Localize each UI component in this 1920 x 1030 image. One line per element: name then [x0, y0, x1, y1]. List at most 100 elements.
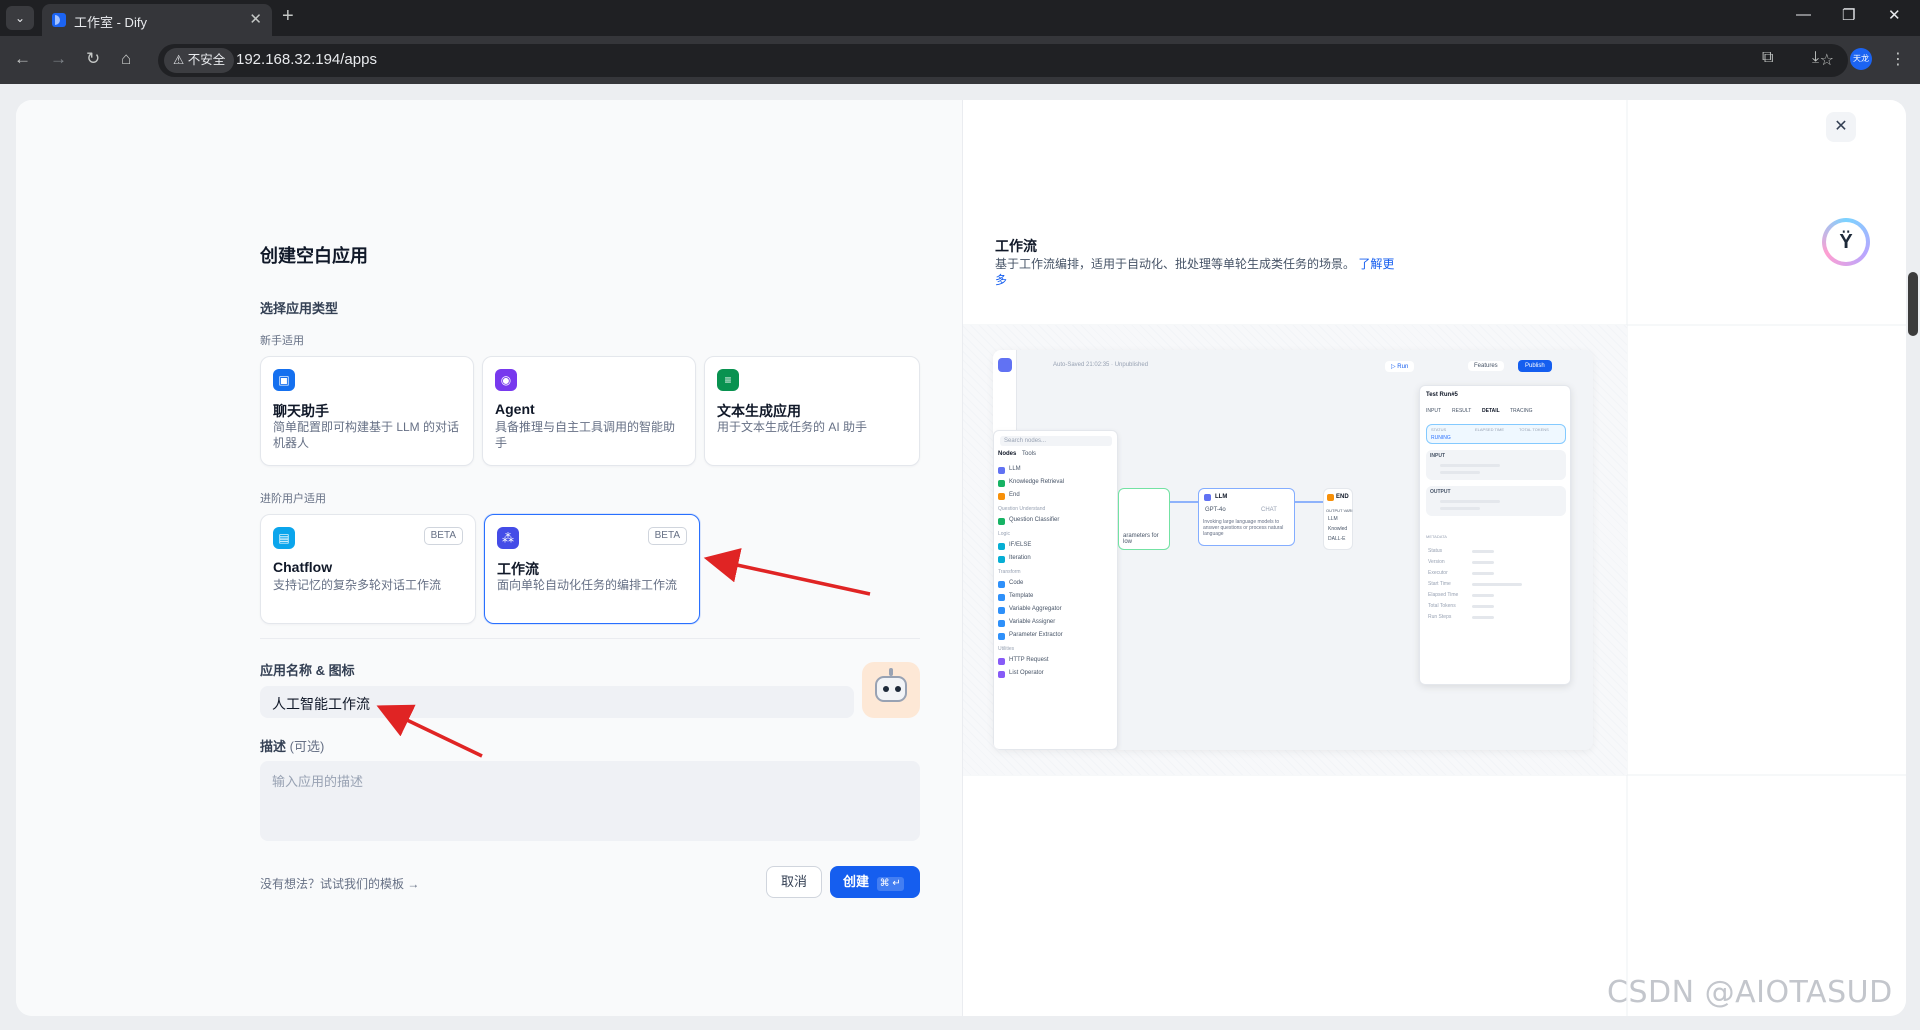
- pv-skeleton: [1472, 583, 1522, 586]
- card-desc: 面向单轮自动化任务的编排工作流: [497, 578, 678, 592]
- security-chip[interactable]: ⚠ 不安全: [164, 48, 235, 73]
- pv-elapsed-label: ELAPSED TIME: [1475, 427, 1505, 432]
- window-close-icon[interactable]: ✕: [1888, 6, 1901, 24]
- preview-title: 工作流: [995, 238, 1037, 254]
- pv-input-box: INPUT: [1426, 450, 1566, 480]
- pv-metadata-label: METADATA: [1426, 534, 1447, 539]
- address-bar[interactable]: ⚠ 不安全 192.168.32.194/apps ☆: [158, 44, 1848, 77]
- app-icon-picker[interactable]: [862, 662, 920, 718]
- select-type-label: 选择应用类型: [260, 301, 339, 316]
- pv-metadata-field: Status: [1428, 548, 1443, 554]
- pv-run-title: Test Run#5: [1426, 392, 1458, 398]
- forward-icon[interactable]: →: [50, 49, 67, 69]
- profile-avatar[interactable]: 天龙: [1850, 48, 1872, 70]
- pv-skeleton: [1472, 594, 1494, 597]
- back-icon[interactable]: ←: [14, 49, 31, 69]
- extensions-icon[interactable]: ⧉: [1762, 49, 1773, 67]
- app-type-card-workflow[interactable]: ⁂ BETA 工作流 面向单轮自动化任务的编排工作流: [484, 514, 700, 624]
- workflow-preview-image: Auto-Saved 21:02:35 · Unpublished ▷ Run …: [993, 350, 1593, 750]
- robot-antenna: [889, 668, 893, 676]
- description-label-text: 描述: [260, 739, 287, 754]
- pv-status-value: RUNING: [1431, 435, 1451, 441]
- pv-status-box: STATUS RUNING ELAPSED TIME TOTAL TOKENS: [1426, 424, 1566, 444]
- beta-badge: BETA: [647, 527, 687, 545]
- reload-icon[interactable]: ↻: [86, 49, 100, 69]
- card-desc: 具备推理与自主工具调用的智能助手: [495, 420, 676, 450]
- chatflow-icon: ▤: [273, 527, 295, 549]
- pv-tokens-label: TOTAL TOKENS: [1519, 427, 1549, 432]
- create-app-modal: 创建空白应用 选择应用类型 新手适用 ▣ 聊天助手 简单配置即可构建基于 LLM…: [16, 100, 1906, 1016]
- app-type-card-chatflow[interactable]: ▤ BETA Chatflow 支持记忆的复杂多轮对话工作流: [260, 514, 476, 624]
- app-type-card-text-generator[interactable]: ≡ 文本生成应用 用于文本生成任务的 AI 助手: [704, 356, 920, 466]
- card-desc: 支持记忆的复杂多轮对话工作流: [273, 578, 442, 592]
- card-title: 聊天助手: [273, 403, 329, 419]
- close-modal-button[interactable]: ✕: [1826, 112, 1856, 142]
- tab-search-button[interactable]: ⌄: [6, 6, 34, 30]
- logo-glyph-icon: Ÿ: [1826, 222, 1866, 262]
- template-link[interactable]: 没有想法？试试我们的模板 →: [260, 875, 419, 892]
- browser-toolbar: ← → ↻ ⌂ ⚠ 不安全 192.168.32.194/apps ☆ ⧉ ⤓ …: [0, 36, 1920, 84]
- card-desc: 简单配置即可构建基于 LLM 的对话机器人: [273, 420, 460, 450]
- pv-run-tab: INPUT: [1426, 408, 1441, 414]
- pv-skeleton: [1440, 471, 1480, 474]
- csdn-watermark: CSDN @AIOTASUD: [1607, 975, 1893, 1010]
- home-icon[interactable]: ⌂: [121, 49, 131, 69]
- pv-skeleton: [1472, 616, 1494, 619]
- browser-tab[interactable]: 工作室 - Dify ✕: [42, 4, 272, 36]
- card-title: 工作流: [497, 561, 539, 577]
- workflow-icon: ⁂: [497, 527, 519, 549]
- app-type-card-chatbot[interactable]: ▣ 聊天助手 简单配置即可构建基于 LLM 的对话机器人: [260, 356, 474, 466]
- create-button[interactable]: 创建 ⌘ ↵: [830, 866, 920, 898]
- pv-skeleton: [1440, 507, 1480, 510]
- create-shortcut-hint: ⌘ ↵: [876, 877, 904, 891]
- tab-title: 工作室 - Dify: [74, 15, 147, 30]
- pv-output-label: OUTPUT: [1430, 489, 1451, 495]
- arrow-right-icon: →: [407, 877, 420, 891]
- preview-description: 基于工作流编排，适用于自动化、批处理等单轮生成类任务的场景。 了解更多: [995, 256, 1395, 288]
- modal-title: 创建空白应用: [260, 246, 368, 266]
- bookmark-star-icon[interactable]: ☆: [1820, 50, 1834, 70]
- insecure-label: 不安全: [187, 53, 226, 67]
- beginner-group-label: 新手适用: [260, 335, 304, 347]
- advanced-group-label: 进阶用户适用: [260, 493, 326, 505]
- dify-favicon-icon: [52, 13, 66, 27]
- text-gen-icon: ≡: [717, 369, 739, 391]
- pv-input-label: INPUT: [1430, 453, 1445, 459]
- robot-emoji-icon: [875, 676, 907, 702]
- chat-bot-icon: ▣: [273, 369, 295, 391]
- pv-skeleton: [1440, 500, 1500, 503]
- pv-status-label: STATUS: [1431, 427, 1447, 432]
- restore-icon[interactable]: ❐: [1842, 6, 1855, 24]
- tab-close-icon[interactable]: ✕: [249, 10, 262, 28]
- robot-eye: [895, 686, 901, 692]
- app-name-input[interactable]: 人工智能工作流: [260, 686, 854, 718]
- page-backdrop: 创建空白应用 选择应用类型 新手适用 ▣ 聊天助手 简单配置即可构建基于 LLM…: [0, 84, 1920, 1030]
- description-textarea[interactable]: 输入应用的描述: [260, 761, 920, 841]
- robot-eye: [883, 686, 889, 692]
- cancel-button[interactable]: 取消: [766, 866, 822, 898]
- app-name-label: 应用名称 & 图标: [260, 663, 355, 678]
- browser-menu-icon[interactable]: ⋮: [1890, 49, 1906, 69]
- download-icon[interactable]: ⤓: [1812, 49, 1819, 67]
- pv-metadata-field: Version: [1428, 559, 1445, 565]
- pv-metadata-field: Run Steps: [1428, 614, 1452, 620]
- annotation-arrow-workflow: [703, 548, 871, 596]
- new-tab-button[interactable]: +: [282, 5, 294, 28]
- page-scrollbar-thumb[interactable]: [1908, 272, 1918, 336]
- create-form-pane: 创建空白应用 选择应用类型 新手适用 ▣ 聊天助手 简单配置即可构建基于 LLM…: [16, 100, 962, 1016]
- pv-metadata-field: Elapsed Time: [1428, 592, 1459, 598]
- section-divider: [260, 638, 920, 639]
- preview-desc-text: 基于工作流编排，适用于自动化、批处理等单轮生成类任务的场景。: [995, 257, 1356, 271]
- description-label: 描述 (可选): [260, 736, 324, 755]
- app-type-card-agent[interactable]: ◉ Agent 具备推理与自主工具调用的智能助手: [482, 356, 696, 466]
- assistant-logo-icon[interactable]: Ÿ: [1822, 218, 1870, 266]
- create-button-label: 创建: [843, 874, 870, 889]
- card-title: 文本生成应用: [717, 403, 801, 419]
- optional-hint: (可选): [289, 739, 325, 754]
- pv-skeleton: [1472, 605, 1494, 608]
- minimize-icon[interactable]: —: [1796, 6, 1811, 23]
- pv-run-tab: TRACING: [1510, 408, 1533, 414]
- preview-pane: ✕ 工作流 基于工作流编排，适用于自动化、批处理等单轮生成类任务的场景。 了解更…: [962, 100, 1906, 1016]
- url-text: 192.168.32.194/apps: [236, 51, 377, 68]
- pv-skeleton: [1472, 561, 1494, 564]
